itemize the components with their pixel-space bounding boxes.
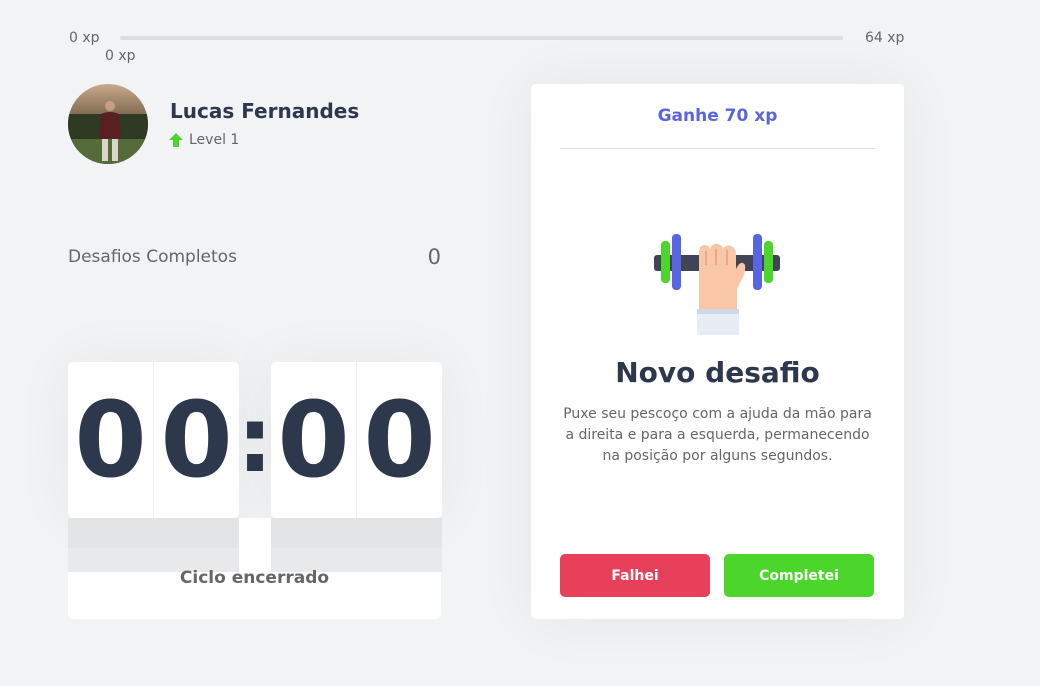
xp-min-label: 0 xp xyxy=(69,30,100,46)
level-label: Level 1 xyxy=(189,132,240,148)
countdown: 0 0 : 0 0 xyxy=(68,362,442,518)
arrow-up-icon xyxy=(169,133,183,147)
user-name: Lucas Fernandes xyxy=(170,99,360,123)
challenge-title: Novo desafio xyxy=(615,356,820,389)
countdown-minutes: 0 0 xyxy=(68,362,239,518)
challenge-reward: Ganhe 70 xp xyxy=(560,84,875,149)
xp-max-label: 64 xp xyxy=(865,30,905,46)
countdown-separator: : xyxy=(237,387,273,493)
dumbbell-hand-icon xyxy=(654,234,780,335)
user-level: Level 1 xyxy=(169,132,239,148)
completed-challenges-count: 0 xyxy=(427,245,441,269)
minute-digit-left: 0 xyxy=(68,362,154,518)
countdown-shadow-right xyxy=(271,518,442,572)
xp-current-label: 0 xp xyxy=(105,48,136,64)
minute-digit-right: 0 xyxy=(160,379,233,501)
xp-track xyxy=(120,36,843,40)
countdown-seconds: 0 0 xyxy=(271,362,442,518)
completed-challenges: Desafios Completos 0 xyxy=(68,238,441,276)
completed-challenges-label: Desafios Completos xyxy=(68,247,237,267)
second-digit-left: 0 xyxy=(271,362,357,518)
countdown-shadow-left xyxy=(68,518,239,572)
avatar xyxy=(68,84,148,164)
challenge-card: Ganhe 70 xp Novo desafio Puxe seu pescoç… xyxy=(531,84,904,619)
second-digit-right: 0 xyxy=(363,379,436,501)
completed-button[interactable]: Completei xyxy=(724,554,874,597)
challenge-description: Puxe seu pescoço com a ajuda da mão para… xyxy=(563,406,872,464)
failed-button[interactable]: Falhei xyxy=(560,554,710,597)
cycle-area: Ciclo encerrado xyxy=(68,518,442,619)
cycle-finished-button[interactable]: Ciclo encerrado xyxy=(68,568,441,588)
